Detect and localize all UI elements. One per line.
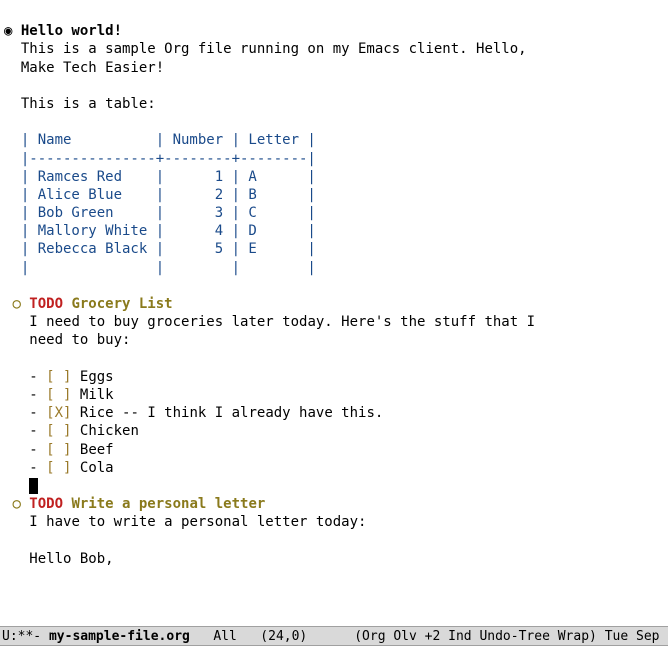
modeline-modes: (Org Olv +2 Ind Undo-Tree Wrap) [307,627,604,645]
list-item-text: Chicken [80,423,139,439]
body-text: This is a table: [21,96,156,112]
mode-line[interactable]: U:**- my-sample-file.org All (24,0) (Org… [0,626,668,646]
todo-keyword: TODO [29,496,63,512]
list-item[interactable]: - [29,387,46,403]
list-item[interactable]: - [29,405,46,421]
todo-keyword: TODO [29,296,63,312]
org-table-rule: |---------------+--------+--------| [21,151,316,167]
checkbox-unchecked-icon[interactable]: [ ] [46,460,71,476]
list-item-text: Rice -- I think I already have this. [80,405,383,421]
checkbox-unchecked-icon[interactable]: [ ] [46,369,71,385]
checkbox-unchecked-icon[interactable]: [ ] [46,442,71,458]
list-item[interactable]: - [29,460,46,476]
org-table-row[interactable]: | Alice Blue | 2 | B | [21,187,316,203]
headline-level1[interactable]: Hello world! [4,23,122,39]
list-item-text: Cola [80,460,114,476]
list-item[interactable]: - [29,369,46,385]
modeline-time: Tue Sep 17 06:49 [605,627,668,645]
body-text: I have to write a personal letter today: [29,514,366,530]
body-text: need to buy: [29,332,130,348]
org-table-row[interactable]: | Ramces Red | 1 | A | [21,169,316,185]
modeline-buffer-name[interactable]: my-sample-file.org [49,627,190,645]
list-item[interactable]: - [29,423,46,439]
body-text: Make Tech Easier! [21,60,164,76]
org-table-row[interactable]: | Rebecca Black | 5 | E | [21,241,316,257]
list-item-text: Eggs [80,369,114,385]
list-item[interactable]: - [29,442,46,458]
org-table-row[interactable]: | Mallory White | 4 | D | [21,223,316,239]
headline-1-title: Hello world! [21,23,122,39]
checkbox-unchecked-icon[interactable]: [ ] [46,387,71,403]
headline-level2[interactable]: TODO Grocery List [12,296,172,312]
modeline-modified: U:**- [2,627,49,645]
editor-buffer[interactable]: Hello world! This is a sample Org file r… [0,0,668,626]
checkbox-unchecked-icon[interactable]: [ ] [46,423,71,439]
org-table-row[interactable]: | Bob Green | 3 | C | [21,205,316,221]
org-table-header[interactable]: | Name | Number | Letter | [21,132,316,148]
list-item-text: Milk [80,387,114,403]
body-text: Hello Bob, [29,551,113,567]
cursor-icon [29,478,38,494]
headline-level2[interactable]: TODO Write a personal letter [12,496,265,512]
org-table-row[interactable]: | | | | [21,260,316,276]
body-text: I need to buy groceries later today. Her… [29,314,535,330]
modeline-position: All (24,0) [190,627,307,645]
headline-2-title: Grocery List [71,296,172,312]
body-text: This is a sample Org file running on my … [21,41,527,57]
headline-2-title: Write a personal letter [71,496,265,512]
checkbox-checked-icon[interactable]: [X] [46,405,71,421]
list-item-text: Beef [80,442,114,458]
